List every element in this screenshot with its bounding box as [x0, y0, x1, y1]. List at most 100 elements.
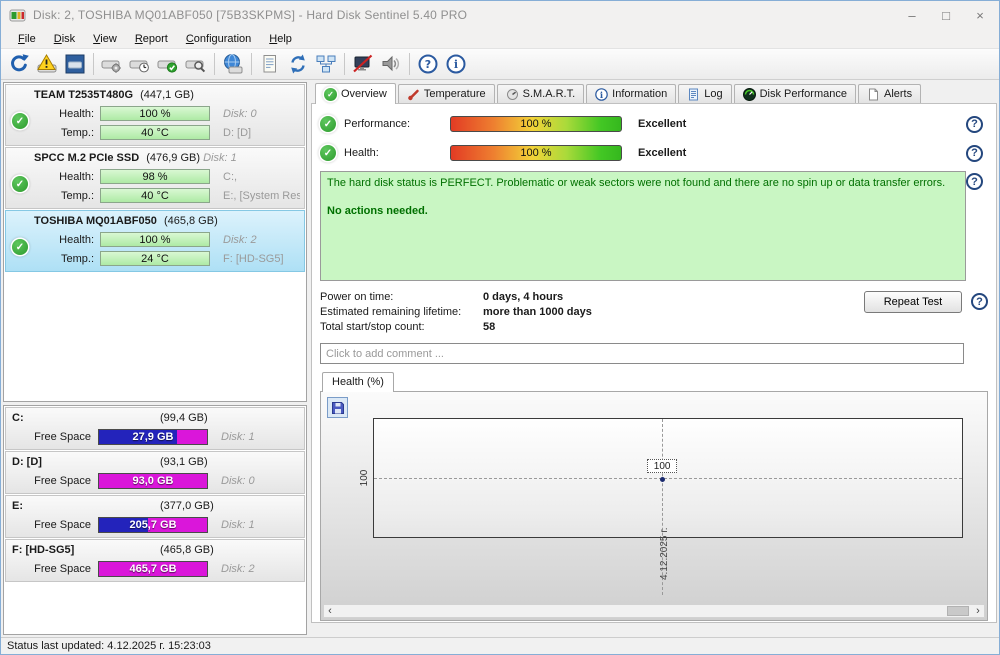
- y-axis-tick: 100: [358, 469, 370, 487]
- tab-alerts[interactable]: Alerts: [857, 84, 922, 103]
- tab-smart[interactable]: S.M.A.R.T.: [496, 84, 585, 103]
- thermometer-icon: [408, 89, 419, 100]
- tab-disk-performance[interactable]: Disk Performance: [733, 84, 856, 103]
- temp-bar: 40 °C: [100, 125, 210, 140]
- report-button[interactable]: [256, 51, 284, 78]
- partition-entry-e[interactable]: E: (377,0 GB) Free Space 205,7 GB Disk: …: [5, 495, 305, 538]
- main-area: TEAM T2535T480G (447,1 GB) Health: 100 %…: [1, 80, 999, 637]
- chart-plot-area: 100 100: [359, 418, 963, 595]
- disk-warning-icon: [37, 54, 57, 73]
- tab-information[interactable]: i Information: [586, 84, 677, 103]
- partition-entry-c[interactable]: C: (99,4 GB) Free Space 27,9 GB Disk: 1: [5, 407, 305, 450]
- performance-bar: 100 %: [450, 116, 622, 132]
- health-bar: 100 %: [100, 232, 210, 247]
- check-icon: [320, 145, 336, 161]
- free-space-bar: 465,7 GB: [98, 560, 208, 577]
- check-icon: [12, 113, 28, 129]
- disk-header: TOSHIBA MQ01ABF050 (465,8 GB): [34, 215, 218, 227]
- maximize-button[interactable]: □: [929, 2, 963, 28]
- information-icon: i: [446, 54, 466, 74]
- disk-entry-toshiba-selected[interactable]: TOSHIBA MQ01ABF050 (465,8 GB) Health: 10…: [5, 210, 305, 272]
- app-window: Disk: 2, TOSHIBA MQ01ABF050 [75B3SKPMS] …: [0, 0, 1000, 655]
- toolbar-separator: [214, 53, 215, 75]
- info-icon: i: [595, 87, 608, 100]
- tab-overview[interactable]: Overview: [315, 83, 396, 104]
- disk-schedule-button[interactable]: [126, 51, 154, 78]
- disk-entry-team[interactable]: TEAM T2535T480G (447,1 GB) Health: 100 %…: [5, 84, 305, 146]
- partition-header: C: (99,4 GB): [12, 412, 208, 424]
- app-logo-icon: [9, 9, 26, 21]
- information-button[interactable]: i: [442, 51, 470, 78]
- sound-button[interactable]: [377, 51, 405, 78]
- scroll-left-arrow[interactable]: ‹: [324, 605, 336, 617]
- help-icon[interactable]: [966, 173, 983, 190]
- menu-disk[interactable]: Disk: [45, 31, 84, 47]
- help-icon[interactable]: [971, 293, 988, 310]
- tab-bar: Overview Temperature S.M.A.R.T. i Inform…: [311, 82, 997, 104]
- free-space-bar: 205,7 GB: [98, 516, 208, 533]
- partition-header: F: [HD-SG5] (465,8 GB): [12, 544, 214, 556]
- disk-entry-spcc[interactable]: SPCC M.2 PCIe SSD (476,9 GB) Disk: 1 Hea…: [5, 147, 305, 209]
- status-text-row: The hard disk status is PERFECT. Problem…: [320, 171, 988, 281]
- disk-search-button[interactable]: [182, 51, 210, 78]
- gauge-icon: [506, 88, 518, 100]
- disk-accept-button[interactable]: [154, 51, 182, 78]
- disk-status-text: The hard disk status is PERFECT. Problem…: [320, 171, 966, 281]
- sound-icon: [382, 55, 400, 72]
- disk-detect-button[interactable]: [61, 51, 89, 78]
- save-chart-button[interactable]: [327, 397, 348, 418]
- chart-tab-health[interactable]: Health (%): [322, 372, 394, 392]
- menu-report[interactable]: Report: [126, 31, 177, 47]
- menu-file[interactable]: File: [9, 31, 45, 47]
- synchronize-button[interactable]: [284, 51, 312, 78]
- performance-rating: Excellent: [638, 118, 687, 130]
- scroll-right-arrow[interactable]: ›: [972, 605, 984, 617]
- scrollbar-thumb[interactable]: [947, 606, 969, 616]
- shutdown-monitor-button[interactable]: [349, 51, 377, 78]
- disk-header: TEAM T2535T480G (447,1 GB): [34, 89, 194, 101]
- status-bar: Status last updated: 4.12.2025 г. 15:23:…: [1, 637, 999, 654]
- disk-settings-button[interactable]: [98, 51, 126, 78]
- menu-view[interactable]: View: [84, 31, 126, 47]
- minimize-button[interactable]: –: [895, 2, 929, 28]
- network-button[interactable]: [312, 51, 340, 78]
- health-bar: 98 %: [100, 169, 210, 184]
- free-space-row: Free Space 465,7 GB Disk: 2: [34, 560, 255, 577]
- disk-warning-button[interactable]: [33, 51, 61, 78]
- temp-row: Temp.: 40 °C E:, [System Reserved]: [60, 188, 300, 203]
- health-label: Health:: [344, 147, 379, 159]
- disk-header: SPCC M.2 PCIe SSD (476,9 GB) Disk: 1: [34, 152, 237, 164]
- menu-help[interactable]: Help: [260, 31, 301, 47]
- check-icon: [320, 116, 336, 132]
- help-icon[interactable]: [966, 144, 983, 162]
- comment-input[interactable]: [320, 343, 964, 364]
- health-bar: 100 %: [450, 145, 622, 161]
- data-point-label: 100: [647, 459, 678, 474]
- status-text: Status last updated: 4.12.2025 г. 15:23:…: [7, 640, 211, 652]
- repeat-test-button[interactable]: Repeat Test: [864, 291, 962, 313]
- free-space-row: Free Space 93,0 GB Disk: 0: [34, 472, 255, 489]
- chart-scrollbar[interactable]: ‹ ›: [323, 604, 985, 618]
- partition-entry-d[interactable]: D: [D] (93,1 GB) Free Space 93,0 GB Disk…: [5, 451, 305, 494]
- refresh-button[interactable]: [5, 51, 33, 78]
- report-document-icon: [263, 55, 276, 73]
- performance-gauge-icon: [742, 87, 756, 101]
- toolbar-separator: [409, 53, 410, 75]
- close-button[interactable]: ×: [963, 2, 997, 28]
- menu-configuration[interactable]: Configuration: [177, 31, 260, 47]
- temp-bar: 24 °C: [100, 251, 210, 266]
- help-button[interactable]: ?: [414, 51, 442, 78]
- partition-entry-f[interactable]: F: [HD-SG5] (465,8 GB) Free Space 465,7 …: [5, 539, 305, 582]
- tab-temperature[interactable]: Temperature: [397, 84, 495, 103]
- synchronize-icon: [291, 54, 305, 74]
- network-computers-icon: [316, 55, 336, 73]
- horizontal-gridline: [374, 478, 962, 479]
- health-chart-section: Health (%) 100 100 4.12.2025 г. ‹ ›: [320, 371, 988, 621]
- online-status-button[interactable]: [219, 51, 247, 78]
- data-point: [660, 477, 666, 483]
- temp-row: Temp.: 24 °C F: [HD-SG5]: [60, 251, 284, 266]
- tab-log[interactable]: Log: [678, 84, 732, 103]
- help-icon[interactable]: [966, 115, 983, 133]
- toolbar-separator: [93, 53, 94, 75]
- monitor-disabled-icon: [353, 54, 373, 73]
